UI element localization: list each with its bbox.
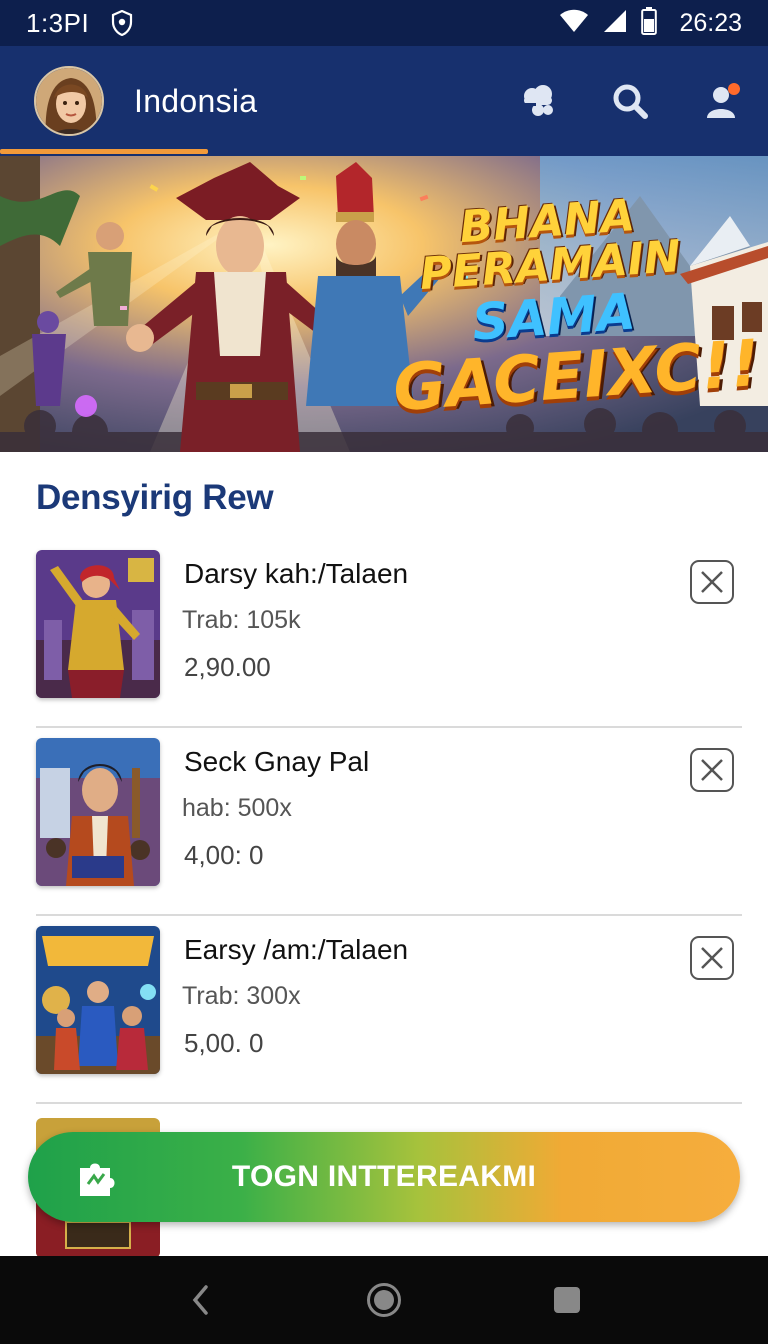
wifi-icon bbox=[559, 9, 589, 38]
notification-dot bbox=[728, 83, 740, 95]
cta-button[interactable]: TOGN INTTEREAKMI bbox=[28, 1132, 740, 1222]
banner-headline: BHANA PERAMAIN SAMA GACEIXC!! bbox=[381, 189, 762, 426]
item-meta: Trab: 105k bbox=[182, 606, 301, 634]
tab-indicator bbox=[0, 149, 208, 154]
close-icon[interactable] bbox=[690, 936, 734, 980]
item-meta: hab: 500x bbox=[182, 794, 292, 822]
item-meta: Trab: 300x bbox=[182, 982, 301, 1010]
item-title: Darsy kah:/Talaen bbox=[184, 558, 409, 589]
home-icon[interactable] bbox=[354, 1270, 414, 1330]
game-thumbnail bbox=[36, 926, 160, 1074]
status-time: 1:3PI bbox=[26, 7, 90, 38]
item-price: 2,90.00 bbox=[184, 652, 271, 682]
system-nav-bar bbox=[0, 1256, 768, 1344]
status-bar: 1:3PI 26:23 bbox=[0, 0, 768, 46]
item-title: Seck Gnay Pal bbox=[184, 746, 370, 777]
shield-icon bbox=[111, 10, 133, 36]
item-price: 4,00: 0 bbox=[184, 840, 264, 870]
item-list: Darsy kah:/Talaen Trab: 105k 2,90.00 Sec… bbox=[0, 540, 768, 1104]
game-thumbnail bbox=[36, 550, 160, 698]
section-title: Densyirig Rew bbox=[36, 478, 274, 517]
status-clock: 26:23 bbox=[679, 8, 742, 37]
cta-label: TOGN INTTEREAKMI bbox=[231, 1160, 537, 1193]
signal-icon bbox=[603, 9, 627, 38]
profile-icon[interactable] bbox=[700, 79, 744, 123]
back-icon[interactable] bbox=[171, 1270, 231, 1330]
search-icon[interactable] bbox=[608, 79, 652, 123]
list-item[interactable]: Earsy /am:/Talaen Trab: 300x 5,00. 0 bbox=[36, 916, 742, 1104]
list-item[interactable]: Darsy kah:/Talaen Trab: 105k 2,90.00 bbox=[36, 540, 742, 728]
list-item[interactable]: Seck Gnay Pal hab: 500x 4,00: 0 bbox=[36, 728, 742, 916]
close-icon[interactable] bbox=[690, 748, 734, 792]
cloud-icon[interactable] bbox=[516, 79, 560, 123]
item-title: Earsy /am:/Talaen bbox=[184, 934, 409, 965]
promo-banner[interactable]: BHANA PERAMAIN SAMA GACEIXC!! bbox=[0, 156, 768, 452]
close-icon[interactable] bbox=[690, 560, 734, 604]
item-price: 5,00. 0 bbox=[184, 1028, 264, 1058]
battery-icon bbox=[641, 6, 658, 40]
recents-icon[interactable] bbox=[537, 1270, 597, 1330]
game-thumbnail bbox=[36, 738, 160, 886]
user-avatar[interactable] bbox=[34, 66, 104, 136]
app-bar: Indonsia bbox=[0, 46, 768, 156]
app-title: Indonsia bbox=[134, 82, 258, 119]
